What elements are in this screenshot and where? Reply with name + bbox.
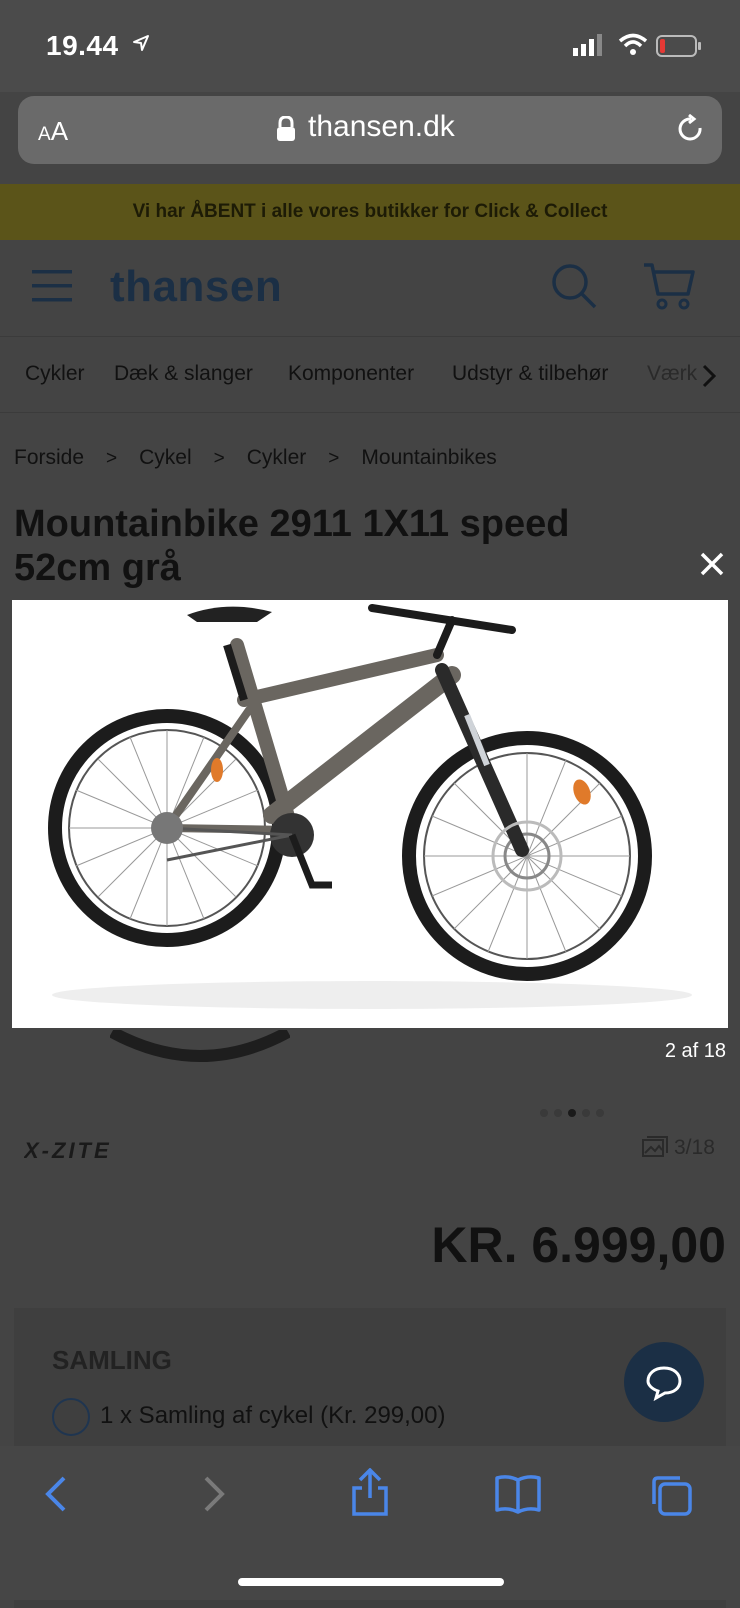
location-arrow-icon — [133, 35, 149, 51]
chat-icon — [646, 1366, 682, 1402]
share-icon[interactable] — [350, 1468, 390, 1516]
product-title: Mountainbike 2911 1X11 speed 52cm grå — [14, 503, 570, 589]
forward-icon[interactable] — [202, 1474, 226, 1514]
product-image-lightbox[interactable] — [12, 600, 728, 1028]
url-text[interactable]: thansen.dk — [308, 110, 455, 144]
breadcrumb-cykler[interactable]: Cykler — [247, 446, 307, 469]
image-count[interactable]: 3/18 — [642, 1136, 715, 1160]
open-stores-banner[interactable]: Vi har ÅBENT i alle vores butikker for C… — [0, 184, 740, 240]
breadcrumb-separator: > — [106, 448, 118, 469]
home-indicator — [238, 1578, 504, 1586]
background-bike-image — [110, 1030, 290, 1062]
reader-settings-label: A — [50, 116, 69, 146]
tabs-icon[interactable] — [650, 1474, 694, 1518]
carousel-dots[interactable] — [540, 1104, 610, 1122]
category-vaerktoej[interactable]: Værk — [647, 362, 697, 386]
assembly-heading: SAMLING — [52, 1345, 172, 1375]
bike-image — [48, 604, 692, 1009]
reader-settings-button[interactable]: AA — [38, 116, 68, 147]
search-icon[interactable] — [550, 262, 598, 310]
lightbox-counter: 2 af 18 — [664, 1040, 726, 1062]
category-udstyr-tilbehoer[interactable]: Udstyr & tilbehør — [452, 362, 608, 386]
category-komponenter[interactable]: Komponenter — [288, 362, 414, 386]
category-nav: Cykler Dæk & slanger Komponenter Udstyr … — [0, 338, 740, 413]
close-icon[interactable] — [700, 552, 724, 576]
chat-button[interactable] — [624, 1342, 704, 1422]
hamburger-icon[interactable] — [32, 270, 72, 302]
bookmarks-icon[interactable] — [494, 1474, 542, 1514]
browser-toolbar — [0, 1446, 740, 1600]
product-price: KR. 6.999,00 — [431, 1217, 726, 1273]
carousel-dot[interactable] — [596, 1109, 604, 1117]
wifi-icon — [618, 33, 648, 55]
reload-icon[interactable] — [676, 114, 706, 146]
breadcrumb-mountainbikes[interactable]: Mountainbikes — [361, 446, 496, 469]
carousel-dot[interactable] — [554, 1109, 562, 1117]
brand-logo[interactable]: X-ZITE — [24, 1138, 174, 1162]
address-bar[interactable]: AA thansen.dk — [18, 96, 722, 164]
back-icon[interactable] — [44, 1474, 68, 1514]
assembly-option-label[interactable]: 1 x Samling af cykel (Kr. 299,00) — [100, 1402, 446, 1430]
site-header: thansen — [0, 240, 740, 337]
lock-icon — [277, 116, 295, 141]
svg-text:X-ZITE: X-ZITE — [24, 1138, 112, 1162]
breadcrumb: Forside > Cykel > Cykler > Mountainbikes — [14, 446, 519, 470]
carousel-dot-active[interactable] — [568, 1109, 576, 1117]
assembly-radio[interactable] — [52, 1398, 90, 1436]
status-time: 19.44 — [46, 30, 119, 61]
status-bar: 19.44 — [0, 0, 740, 92]
carousel-dot[interactable] — [582, 1109, 590, 1117]
carousel-dot[interactable] — [540, 1109, 548, 1117]
cart-icon[interactable] — [642, 262, 696, 310]
site-logo[interactable]: thansen — [110, 262, 282, 312]
chevron-right-icon[interactable] — [702, 364, 716, 388]
breadcrumb-cykel[interactable]: Cykel — [139, 446, 192, 469]
breadcrumb-forside[interactable]: Forside — [14, 446, 84, 469]
signal-icon — [573, 34, 602, 56]
category-daek-slanger[interactable]: Dæk & slanger — [114, 362, 253, 386]
battery-icon — [656, 35, 701, 57]
gallery-icon — [642, 1136, 668, 1157]
breadcrumb-separator: > — [328, 448, 340, 469]
category-cykler[interactable]: Cykler — [25, 362, 85, 386]
image-count-label: 3/18 — [674, 1136, 715, 1159]
breadcrumb-separator: > — [213, 448, 225, 469]
